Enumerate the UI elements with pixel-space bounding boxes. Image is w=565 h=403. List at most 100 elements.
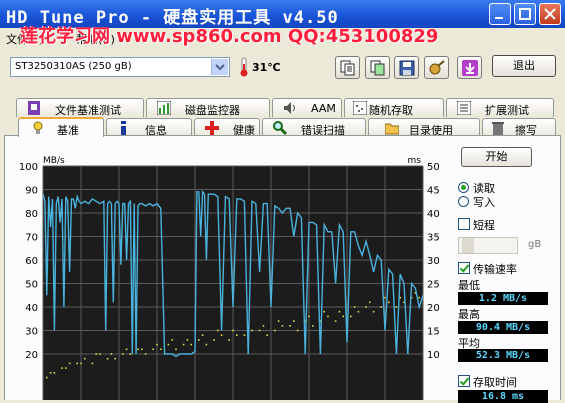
access-time-point <box>308 315 310 318</box>
access-time-point <box>388 301 390 304</box>
access-time-point <box>68 362 71 365</box>
access-time-point <box>46 376 48 379</box>
access-time-point <box>342 315 344 318</box>
access-time-label: 存取时间 <box>473 376 517 389</box>
short-stroke-label: 短程 <box>473 219 495 232</box>
y-left-tick-label: 20 <box>25 350 38 361</box>
access-time-point <box>220 334 223 336</box>
access-time-point <box>293 320 295 322</box>
write-radio[interactable] <box>458 196 469 207</box>
access-time-point <box>160 348 162 351</box>
access-time-point <box>110 353 113 355</box>
access-time-point <box>296 329 299 332</box>
y-left-tick-label: 40 <box>25 303 38 314</box>
access-time-point <box>156 343 158 346</box>
y-left-axis-label: MB/s <box>43 156 65 166</box>
access-time-point <box>65 367 67 369</box>
access-time-point <box>186 339 189 341</box>
access-time-point <box>182 343 185 346</box>
y-right-tick-label: 40 <box>427 209 440 220</box>
access-time-point <box>137 348 139 351</box>
access-time-point <box>323 310 325 313</box>
max-label: 最高 <box>458 308 480 321</box>
max-value: 90.4 MB/s <box>458 321 548 334</box>
y-left-tick-label: 50 <box>25 280 38 291</box>
access-time-point <box>91 362 94 365</box>
access-time-point <box>129 353 132 355</box>
access-time-point <box>258 329 261 332</box>
access-time-point <box>353 306 356 308</box>
y-right-tick-label: 35 <box>427 233 440 244</box>
y-left-tick-label: 100 <box>19 162 38 173</box>
y-left-tick-label: 70 <box>25 233 38 244</box>
tab-benchmark[interactable]: 基准 <box>18 117 104 137</box>
access-time-point <box>49 372 52 374</box>
y-right-tick-label: 50 <box>427 162 440 173</box>
access-time-point <box>357 310 360 313</box>
benchmark-icon <box>33 121 43 134</box>
access-time-point <box>152 348 154 351</box>
access-time-point <box>171 339 173 341</box>
y-right-tick-label: 30 <box>427 256 440 267</box>
access-time-point <box>144 353 147 355</box>
watermark-text: 莲花学习网 www.sp860.com QQ:453100829 <box>20 26 439 47</box>
access-time-point <box>125 348 128 351</box>
access-time-point <box>141 348 143 351</box>
access-time-point <box>350 315 352 318</box>
access-time-point <box>205 343 208 346</box>
y-right-tick-label: 25 <box>427 280 440 291</box>
transfer-rate-label: 传输速率 <box>473 263 517 276</box>
access-time-point <box>198 339 200 341</box>
access-time-point <box>334 320 337 322</box>
access-time-point <box>380 306 382 308</box>
y-left-tick-label: 80 <box>25 209 38 220</box>
access-time-point <box>175 348 177 351</box>
min-value: 1.2 MB/s <box>458 292 548 305</box>
access-time-point <box>236 334 238 336</box>
short-stroke-unit: gB <box>528 239 542 250</box>
access-time-point <box>281 325 284 327</box>
access-time-point <box>80 362 82 365</box>
y-right-tick-label: 45 <box>427 186 440 197</box>
access-time-point <box>95 353 97 355</box>
access-time-point <box>418 296 420 299</box>
access-time-point <box>232 329 234 332</box>
access-time-point <box>167 343 170 346</box>
access-time-checkbox[interactable] <box>458 375 470 387</box>
access-time-point <box>84 357 86 360</box>
access-time-point <box>266 334 268 336</box>
write-label: 写入 <box>473 196 495 209</box>
access-time-point <box>327 315 329 318</box>
y-left-tick-label: 90 <box>25 186 38 197</box>
access-time-point <box>289 325 291 327</box>
read-radio[interactable] <box>458 182 469 193</box>
access-time-point <box>201 334 204 336</box>
spinner-arrows-icon[interactable] <box>462 238 474 253</box>
access-time-point <box>190 343 192 346</box>
access-time-point <box>369 301 371 304</box>
short-stroke-spinner[interactable]: 40 <box>458 237 518 254</box>
access-time-point <box>106 357 109 360</box>
y-right-tick-label: 10 <box>427 350 440 361</box>
access-time-point <box>53 372 56 374</box>
access-time-point <box>76 362 78 365</box>
access-time-point <box>217 329 219 332</box>
y-right-tick-label: 15 <box>427 327 440 338</box>
access-time-point <box>99 353 101 355</box>
access-time-point <box>213 339 215 341</box>
access-time-point <box>338 310 341 313</box>
access-time-value: 16.8 ms <box>458 390 548 403</box>
access-time-point <box>277 320 280 322</box>
y-right-tick-label: 20 <box>427 303 440 314</box>
access-time-point <box>228 339 230 341</box>
access-time-point <box>251 329 253 332</box>
access-time-point <box>365 306 367 308</box>
y-left-tick-label: 60 <box>25 256 38 267</box>
avg-value: 52.3 MB/s <box>458 349 548 362</box>
start-button[interactable]: 开始 <box>461 147 532 167</box>
access-time-point <box>122 353 124 355</box>
y-right-axis-label: ms <box>408 156 422 166</box>
access-time-point <box>372 310 375 313</box>
transfer-rate-checkbox[interactable] <box>458 262 470 274</box>
short-stroke-checkbox[interactable] <box>458 218 470 230</box>
